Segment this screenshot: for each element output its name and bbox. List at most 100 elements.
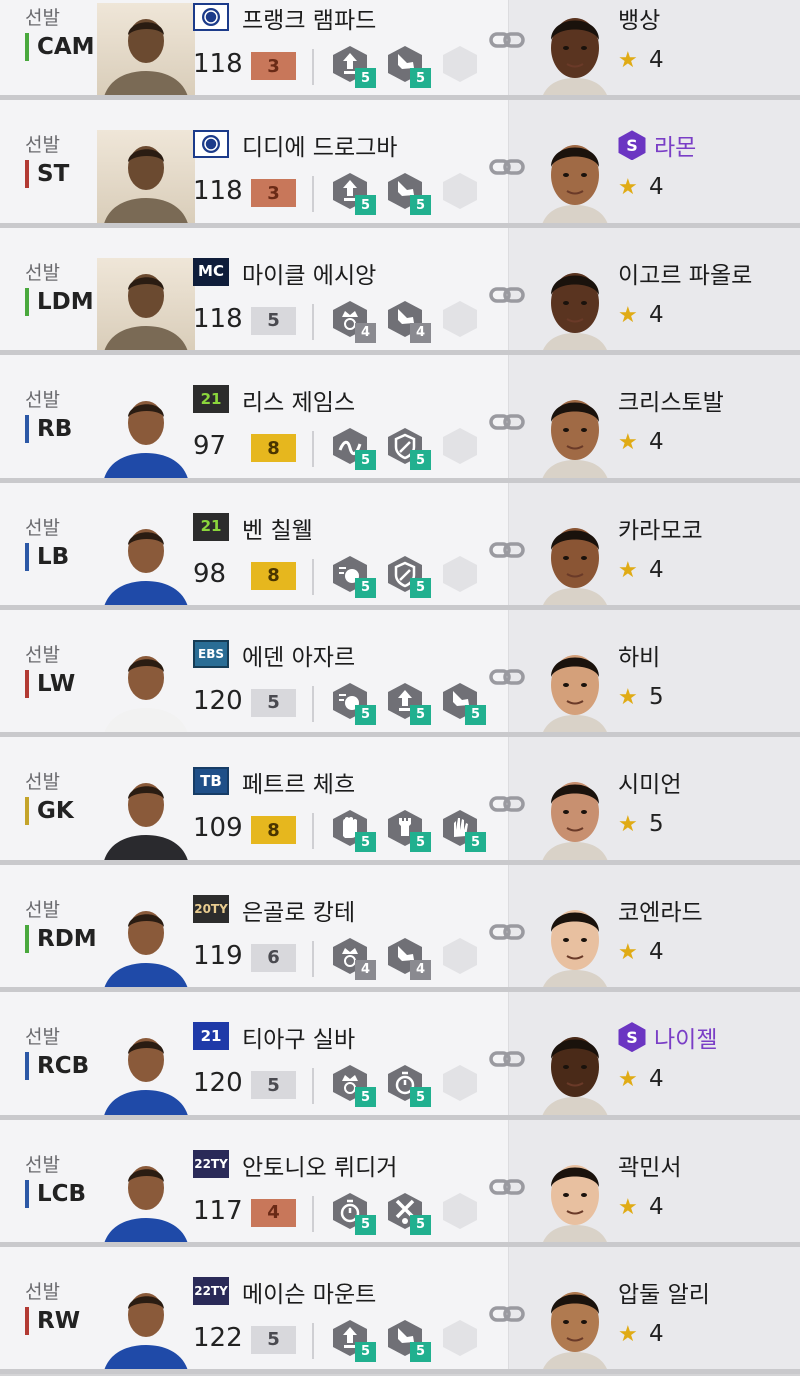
squad-row[interactable]: 선발 RDM 20TY 은골로 캉테 119 6 4 4 코엔라드 ★ 4 (0, 864, 800, 993)
season-badge-icon: 21 (193, 385, 229, 414)
player-photo[interactable] (97, 1277, 195, 1370)
shot-up-icon[interactable]: 5 (385, 681, 431, 725)
player-name: 프랭크 램파드 (242, 8, 377, 34)
shot-up-icon[interactable]: 5 (330, 1318, 376, 1362)
star-icon: ★ (618, 1194, 638, 1220)
season-badge-icon: TB (193, 767, 229, 796)
player-photo[interactable] (97, 513, 195, 605)
empty-slot-icon[interactable] (440, 1318, 484, 1362)
link-icon[interactable] (489, 920, 525, 944)
player-ovr: 118 (193, 49, 243, 79)
player-photo[interactable] (97, 895, 195, 988)
divider (312, 176, 314, 213)
empty-slot-icon[interactable] (440, 299, 484, 343)
wave-icon[interactable]: 5 (330, 426, 376, 471)
link-icon[interactable] (489, 28, 525, 52)
boot-icon[interactable]: 5 (385, 171, 431, 216)
ball-speed-icon[interactable]: 5 (330, 681, 376, 725)
timer-icon[interactable]: 5 (330, 1191, 376, 1235)
squad-row[interactable]: 선발 GK TB 페트르 체흐 109 8 5 5 5 시미언 ★ 5 (0, 737, 800, 865)
squad-row[interactable]: 선발 LDM MC 마이클 에시앙 118 5 4 4 이고르 파올로 ★ 4 (0, 227, 800, 356)
link-icon[interactable] (489, 1175, 525, 1199)
link-icon[interactable] (489, 1302, 525, 1326)
coach-name: 카라모코 (618, 517, 703, 544)
trait-level: 5 (410, 832, 431, 853)
player-photo[interactable] (97, 1022, 195, 1115)
player-photo[interactable] (97, 130, 195, 223)
player-name: 안토니오 뤼디거 (242, 1154, 398, 1181)
ball-speed-icon[interactable]: 5 (330, 554, 376, 598)
star-icon: ★ (618, 1321, 638, 1347)
empty-slot-icon[interactable] (440, 44, 484, 88)
player-photo[interactable] (97, 1150, 195, 1242)
squad-row[interactable]: 선발 RW 22TY 메이슨 마운트 122 5 5 5 압둘 알리 ★ 4 (0, 1246, 800, 1375)
link-icon[interactable] (489, 155, 525, 179)
star-icon: ★ (618, 812, 638, 838)
link-icon[interactable] (489, 410, 525, 434)
trait-level: 5 (410, 1214, 431, 1235)
player-photo[interactable] (97, 385, 195, 478)
enhance-grade-badge: 6 (251, 943, 296, 972)
shot-up-icon[interactable]: 5 (330, 171, 376, 216)
position-label: LCB (25, 1179, 86, 1208)
hand-icon[interactable]: 5 (440, 808, 486, 853)
position-label: RW (25, 1306, 80, 1335)
link-icon[interactable] (489, 1047, 525, 1071)
empty-slot-icon[interactable] (440, 554, 484, 598)
link-icon[interactable] (489, 538, 525, 562)
player-name: 리스 제임스 (242, 390, 356, 417)
position-label: ST (25, 160, 69, 189)
empty-slot-icon[interactable] (440, 1191, 484, 1235)
star-icon: ★ (618, 1067, 638, 1093)
squad-row[interactable]: 선발 LW EBS 에덴 아자르 120 5 5 5 5 하비 ★ 5 (0, 609, 800, 738)
empty-slot-icon[interactable] (440, 936, 484, 980)
crown-icon[interactable]: 5 (330, 1063, 376, 1108)
enhance-grade-badge: 5 (251, 688, 296, 717)
enhance-grade-badge: 8 (251, 816, 296, 845)
boot-icon[interactable]: 5 (385, 1318, 431, 1362)
link-icon[interactable] (489, 665, 525, 689)
tackle-icon[interactable]: 5 (385, 1191, 431, 1235)
player-name: 은골로 캉테 (242, 899, 356, 926)
star-icon: ★ (618, 175, 638, 201)
empty-slot-icon[interactable] (440, 171, 484, 215)
shot-up-icon[interactable]: 5 (330, 44, 376, 88)
star-icon: ★ (618, 302, 638, 328)
boot-icon[interactable]: 4 (385, 936, 431, 980)
timer-icon[interactable]: 5 (385, 1063, 431, 1108)
squad-row[interactable]: 선발 LB 21 벤 칠웰 98 8 5 5 카라모코 ★ 4 (0, 482, 800, 610)
trait-level: 5 (410, 195, 431, 216)
tower-icon[interactable]: 5 (385, 808, 431, 853)
shield-icon[interactable]: 5 (385, 554, 431, 598)
squad-row[interactable]: 선발 CAM 프랭크 램파드 118 3 5 5 뱅상 ★ 4 (0, 0, 800, 101)
player-photo[interactable] (97, 640, 195, 733)
player-photo[interactable] (97, 3, 195, 96)
squad-row[interactable]: 선발 RB 21 리스 제임스 97 8 5 5 크리스토발 ★ 4 (0, 355, 800, 483)
link-icon[interactable] (489, 283, 525, 307)
squad-row[interactable]: 선발 RCB 21 티아구 실바 120 5 5 5 S 나이젤 ★ 4 (0, 992, 800, 1120)
coach-photo (541, 1153, 609, 1242)
crown-icon[interactable]: 4 (330, 936, 376, 980)
season-badge-icon: 22TY (193, 1276, 229, 1305)
divider (312, 685, 314, 722)
crown-icon[interactable]: 4 (330, 299, 376, 343)
empty-slot-icon[interactable] (440, 426, 484, 470)
trait-level: 5 (355, 832, 376, 853)
player-photo[interactable] (97, 767, 195, 860)
squad-row[interactable]: 선발 ST 디디에 드로그바 118 3 5 5 S 라몬 ★ 4 (0, 100, 800, 228)
divider (312, 1195, 314, 1232)
boot-icon[interactable]: 5 (385, 44, 431, 88)
boot-icon[interactable]: 4 (385, 299, 431, 343)
glove-icon[interactable]: 5 (330, 808, 376, 853)
coach-photo (541, 133, 609, 223)
player-photo[interactable] (97, 257, 195, 351)
squad-row[interactable]: 선발 LCB 22TY 안토니오 뤼디거 117 4 5 5 곽민서 ★ 4 (0, 1119, 800, 1247)
coach-photo (541, 770, 609, 860)
boot-icon[interactable]: 5 (440, 681, 486, 725)
trait-level: 5 (355, 1087, 376, 1108)
player-ovr: 120 (193, 1068, 243, 1099)
link-icon[interactable] (489, 792, 525, 816)
empty-slot-icon[interactable] (440, 1063, 484, 1107)
divider (312, 1322, 314, 1359)
shield-icon[interactable]: 5 (385, 426, 431, 471)
